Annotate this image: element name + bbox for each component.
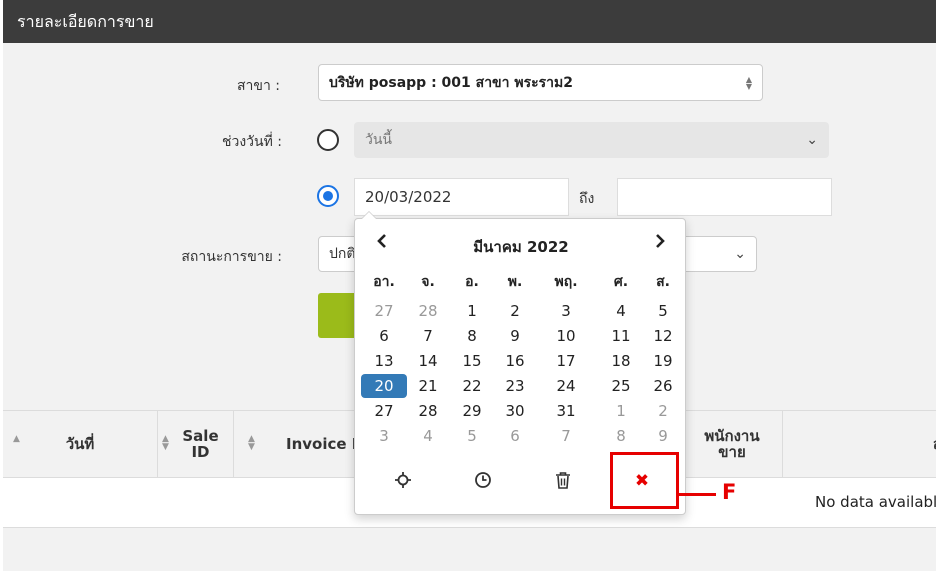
weekday-header: พฤ. (554, 274, 578, 290)
calendar-day[interactable]: 22 (449, 374, 495, 398)
table-footer (3, 528, 936, 571)
calendar-day[interactable]: 4 (405, 424, 451, 448)
calendar-day[interactable]: 8 (598, 424, 644, 448)
chevron-down-icon: ⌄ (734, 246, 746, 262)
calendar-day[interactable]: 14 (405, 349, 451, 373)
calendar-day[interactable]: 9 (640, 424, 686, 448)
calendar-day[interactable]: 6 (492, 424, 538, 448)
calendar-day[interactable]: 8 (449, 324, 495, 348)
calendar-day[interactable]: 26 (640, 374, 686, 398)
page-title-bar: รายละเอียดการขาย (3, 0, 936, 43)
column-header-customer[interactable]: ลู (783, 411, 936, 477)
trash-icon[interactable] (543, 471, 583, 495)
empty-table-message: No data available (815, 493, 936, 511)
calendar-day[interactable]: 3 (361, 424, 407, 448)
annotation-pointer-line (679, 493, 716, 496)
calendar-day[interactable]: 4 (598, 299, 644, 323)
calendar-day[interactable]: 1 (449, 299, 495, 323)
sort-icon: ▲ ▼ (248, 434, 255, 452)
calendar-day[interactable]: 24 (543, 374, 589, 398)
branch-label: สาขา : (236, 78, 280, 94)
sort-asc-icon: ▲ (13, 434, 20, 444)
branch-select[interactable]: บริษัท posapp : 001 สาขา พระราม2 ▲ ▼ (318, 64, 763, 101)
weekday-header: พ. (507, 274, 523, 290)
calendar-day[interactable]: 15 (449, 349, 495, 373)
page-title: รายละเอียดการขาย (17, 12, 154, 31)
updown-arrows-icon: ▲ ▼ (745, 74, 752, 91)
column-header-salesperson[interactable]: พนักงาน ขาย (682, 411, 783, 477)
crosshair-icon[interactable] (383, 471, 423, 495)
calendar-day[interactable]: 9 (492, 324, 538, 348)
calendar-day[interactable]: 31 (543, 399, 589, 423)
calendar-day[interactable]: 28 (405, 299, 451, 323)
calendar-day[interactable]: 27 (361, 299, 407, 323)
calendar-day[interactable]: 27 (361, 399, 407, 423)
calendar-day[interactable]: 16 (492, 349, 538, 373)
calendar-day[interactable]: 11 (598, 324, 644, 348)
chevron-down-icon: ⌄ (806, 132, 818, 148)
calendar-day[interactable]: 7 (543, 424, 589, 448)
calendar-month-title[interactable]: มีนาคม 2022 (355, 235, 687, 259)
calendar-day[interactable]: 1 (598, 399, 644, 423)
calendar-day[interactable]: 7 (405, 324, 451, 348)
preset-date-radio[interactable] (317, 129, 339, 151)
start-date-input[interactable]: 20/03/2022 (354, 178, 569, 216)
annotation-highlight-box (610, 452, 679, 509)
date-range-label: ช่วงวันที่ : (221, 134, 282, 150)
clock-icon[interactable] (463, 471, 503, 495)
calendar-day[interactable]: 2 (640, 399, 686, 423)
column-header-date[interactable]: ▲ วันที่ (3, 411, 158, 477)
calendar-day[interactable]: 12 (640, 324, 686, 348)
column-header-sale-id[interactable]: ▲ ▼ Sale ID (158, 411, 234, 477)
status-label: สถานะการขาย : (181, 249, 282, 265)
sort-icon: ▲ ▼ (162, 434, 169, 452)
calendar-day[interactable]: 20 (361, 374, 407, 398)
weekday-header: อา. (373, 274, 395, 290)
annotation-label: F (722, 480, 737, 504)
calendar-day[interactable]: 17 (543, 349, 589, 373)
calendar-day[interactable]: 3 (543, 299, 589, 323)
custom-date-radio[interactable] (317, 185, 339, 207)
weekday-header: จ. (421, 274, 435, 290)
calendar-day[interactable]: 13 (361, 349, 407, 373)
to-label: ถึง (579, 191, 595, 207)
calendar-day[interactable]: 6 (361, 324, 407, 348)
calendar-day[interactable]: 25 (598, 374, 644, 398)
preset-date-select[interactable]: วันนี้ ⌄ (354, 122, 829, 158)
calendar-day[interactable]: 23 (492, 374, 538, 398)
calendar-day[interactable]: 28 (405, 399, 451, 423)
calendar-day[interactable]: 30 (492, 399, 538, 423)
calendar-day[interactable]: 19 (640, 349, 686, 373)
calendar-day[interactable]: 10 (543, 324, 589, 348)
calendar-day[interactable]: 2 (492, 299, 538, 323)
calendar-day[interactable]: 5 (449, 424, 495, 448)
calendar-day[interactable]: 21 (405, 374, 451, 398)
chevron-right-icon[interactable] (653, 233, 667, 254)
weekday-header: ส. (656, 274, 670, 290)
calendar-day[interactable]: 5 (640, 299, 686, 323)
calendar-day[interactable]: 29 (449, 399, 495, 423)
end-date-input[interactable] (617, 178, 832, 216)
calendar-day[interactable]: 18 (598, 349, 644, 373)
